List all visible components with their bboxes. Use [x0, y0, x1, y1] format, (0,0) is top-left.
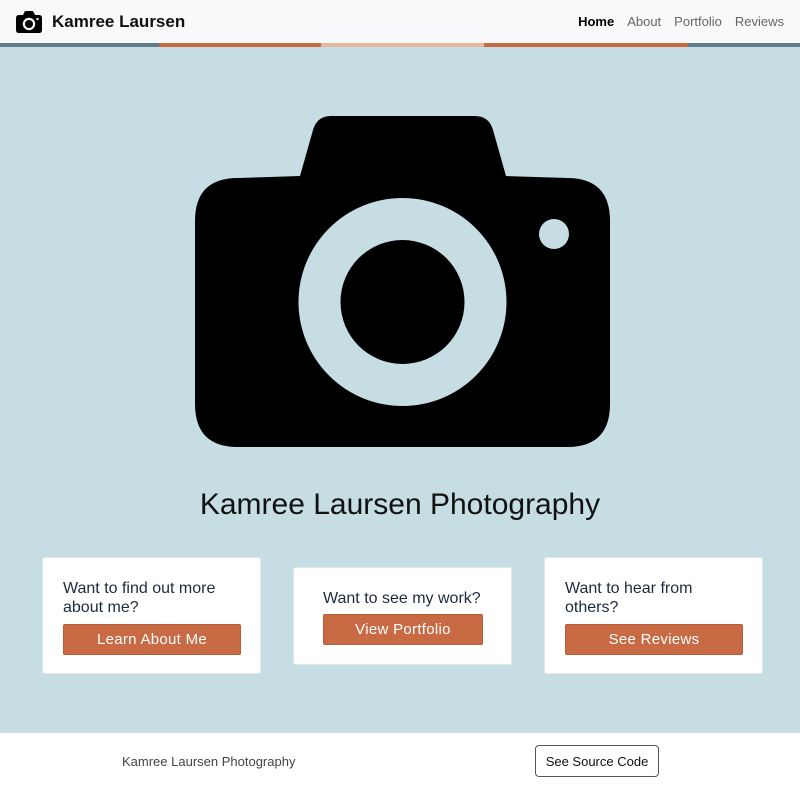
- see-source-code-button[interactable]: See Source Code: [535, 745, 659, 777]
- camera-icon: [195, 116, 610, 447]
- nav-links: Home About Portfolio Reviews: [578, 14, 784, 29]
- footer-text: Kamree Laursen Photography: [122, 754, 296, 769]
- navbar: Kamree Laursen Home About Portfolio Revi…: [0, 0, 800, 43]
- nav-link-reviews[interactable]: Reviews: [735, 14, 784, 29]
- stripe-segment: [0, 43, 159, 47]
- stripe-segment: [321, 43, 484, 47]
- see-reviews-button[interactable]: See Reviews: [565, 624, 743, 655]
- reviews-card: Want to hear from others? See Reviews: [544, 557, 763, 674]
- portfolio-card: Want to see my work? View Portfolio: [293, 567, 512, 665]
- nav-link-home[interactable]: Home: [578, 14, 614, 29]
- about-card-text: Want to find out more about me?: [63, 580, 216, 616]
- brand-name: Kamree Laursen: [52, 11, 186, 31]
- portfolio-card-text: Want to see my work?: [323, 590, 481, 607]
- about-card: Want to find out more about me? Learn Ab…: [42, 557, 261, 674]
- stripe-segment: [688, 43, 800, 47]
- learn-about-me-button[interactable]: Learn About Me: [63, 624, 241, 655]
- hero-title: Kamree Laursen Photography: [199, 488, 601, 521]
- camera-icon: [16, 10, 42, 33]
- brand-link[interactable]: Kamree Laursen: [16, 10, 186, 33]
- stripe-segment: [484, 43, 688, 47]
- footer: [0, 733, 800, 800]
- stripe-segment: [159, 43, 321, 47]
- reviews-card-text: Want to hear from others?: [565, 580, 693, 616]
- color-stripe: [0, 43, 800, 47]
- view-portfolio-button[interactable]: View Portfolio: [323, 614, 483, 645]
- nav-link-about[interactable]: About: [627, 14, 661, 29]
- nav-link-portfolio[interactable]: Portfolio: [674, 14, 722, 29]
